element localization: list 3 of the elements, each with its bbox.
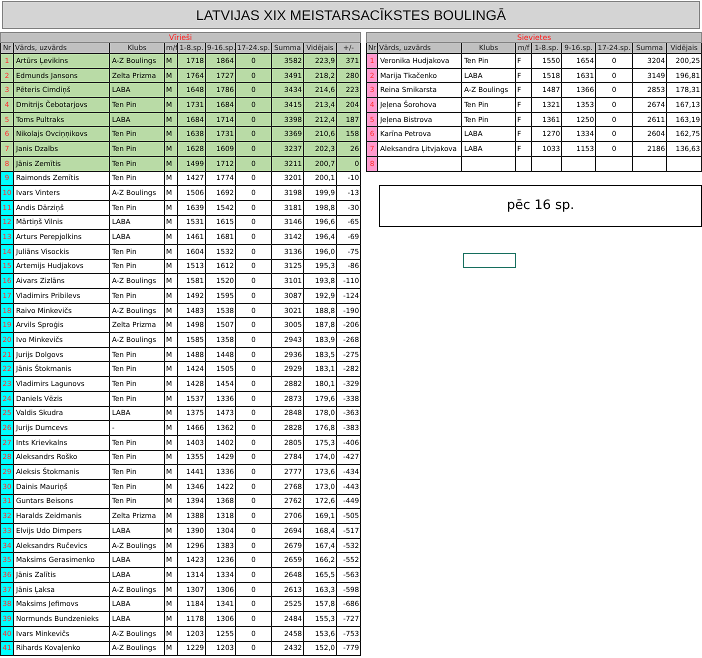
cell-cursor[interactable] [463, 252, 516, 268]
sheet-title: LATVIJAS XIX MEISTARSACĪKSTES BOULINGĀ [2, 1, 700, 29]
round-note: pēc 16 sp. [379, 184, 702, 226]
